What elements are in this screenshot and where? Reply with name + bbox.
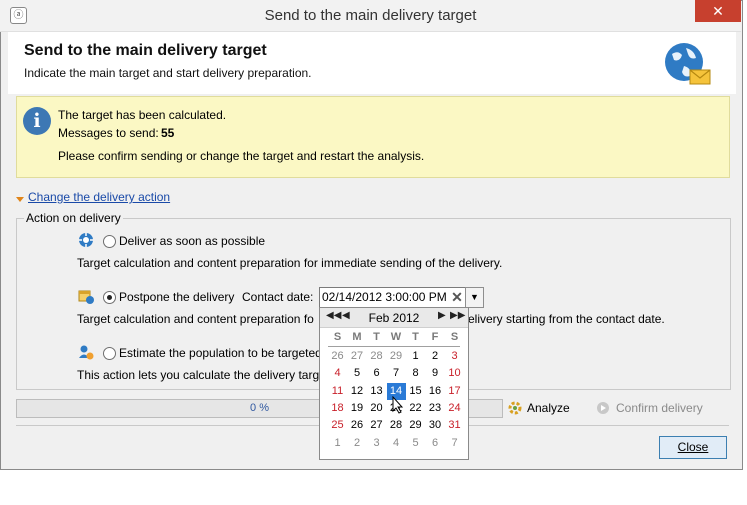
messages-label: Messages to send: <box>58 126 159 140</box>
group-legend: Action on delivery <box>24 211 123 225</box>
calendar-day[interactable]: 20 <box>367 400 386 417</box>
confirm-play-icon <box>597 402 609 414</box>
deliver-asap-radio[interactable] <box>103 235 116 248</box>
estimate-population-radio[interactable] <box>103 347 116 360</box>
analyze-button[interactable]: Analyze <box>527 401 570 415</box>
deliver-asap-label[interactable]: Deliver as soon as possible <box>119 234 265 248</box>
dialog-subheading: Indicate the main target and start deliv… <box>24 66 312 80</box>
calendar-day[interactable]: 5 <box>406 435 425 452</box>
globe-mail-icon <box>665 43 711 85</box>
calendar-clock-icon <box>78 290 94 304</box>
close-button[interactable]: Close <box>659 436 727 459</box>
calendar-day[interactable]: 3 <box>367 435 386 452</box>
calendar-day[interactable]: 29 <box>406 417 425 434</box>
weekday-divider <box>328 346 460 347</box>
calendar-day[interactable]: 11 <box>328 383 347 400</box>
weekday-header: S <box>450 331 459 343</box>
calendar-day[interactable]: 10 <box>445 365 464 382</box>
mouse-cursor-icon <box>392 396 404 414</box>
dialog-heading: Send to the main delivery target <box>24 42 267 59</box>
calendar-day[interactable]: 1 <box>406 348 425 365</box>
calendar-day[interactable]: 7 <box>445 435 464 452</box>
calendar-day[interactable]: 6 <box>426 435 445 452</box>
dialog-header: Send to the main delivery target Indicat… <box>8 32 736 94</box>
postpone-desc-end: elivery starting from the contact date. <box>468 312 665 326</box>
calendar-day[interactable]: 27 <box>348 348 367 365</box>
calendar-header: ◀◀ ◀ Feb 2012 ▶ ▶▶ <box>320 308 468 328</box>
calendar-day[interactable]: 31 <box>445 417 464 434</box>
weekday-header: W <box>390 331 402 343</box>
confirm-delivery-button[interactable]: Confirm delivery <box>616 401 703 415</box>
weekday-header: F <box>431 331 439 343</box>
calendar-day[interactable]: 9 <box>426 365 445 382</box>
messages-count: 55 <box>161 126 175 140</box>
calendar-day[interactable]: 19 <box>348 400 367 417</box>
calendar-day[interactable]: 22 <box>406 400 425 417</box>
estimate-desc: This action lets you calculate the deliv… <box>77 368 326 382</box>
date-dropdown-button[interactable]: ▼ <box>465 287 484 308</box>
next-year-icon[interactable]: ▶▶ <box>450 310 465 321</box>
info-panel: i The target has been calculated. Messag… <box>16 96 730 178</box>
calendar-day[interactable]: 30 <box>426 417 445 434</box>
next-month-icon[interactable]: ▶ <box>438 310 446 321</box>
weekday-header: S <box>333 331 342 343</box>
calendar-day[interactable]: 3 <box>445 348 464 365</box>
calendar-day[interactable]: 28 <box>367 348 386 365</box>
close-button-label: Close <box>677 440 709 454</box>
contact-date-label: Contact date: <box>242 290 314 304</box>
calendar-day[interactable]: 24 <box>445 400 464 417</box>
deliver-asap-desc: Target calculation and content preparati… <box>77 256 503 270</box>
calendar-day[interactable]: 5 <box>348 365 367 382</box>
calendar-day[interactable]: 13 <box>367 383 386 400</box>
calendar-day[interactable]: 25 <box>328 417 347 434</box>
calendar-day[interactable]: 4 <box>387 435 406 452</box>
weekday-header: T <box>412 331 419 343</box>
calendar-day[interactable]: 16 <box>426 383 445 400</box>
change-delivery-action-link[interactable]: Change the delivery action <box>28 190 170 204</box>
weekday-header: T <box>373 331 380 343</box>
calendar-day[interactable]: 7 <box>387 365 406 382</box>
calendar-day[interactable]: 17 <box>445 383 464 400</box>
postpone-delivery-radio[interactable] <box>103 291 116 304</box>
estimate-population-label[interactable]: Estimate the population to be targeted <box>119 346 322 360</box>
contact-date-value: 02/14/2012 3:00:00 PM <box>322 290 447 304</box>
info-confirm: Please confirm sending or change the tar… <box>58 149 425 163</box>
calendar-day[interactable]: 12 <box>348 383 367 400</box>
calendar-day[interactable]: 6 <box>367 365 386 382</box>
info-calculated: The target has been calculated. <box>58 108 227 122</box>
estimate-population-icon <box>79 345 94 360</box>
calendar-day[interactable]: 26 <box>348 417 367 434</box>
calendar-day[interactable]: 2 <box>426 348 445 365</box>
calendar-day[interactable]: 26 <box>328 348 347 365</box>
postpone-delivery-label[interactable]: Postpone the delivery <box>119 290 234 304</box>
calendar-day[interactable]: 4 <box>328 365 347 382</box>
calendar-day[interactable]: 28 <box>387 417 406 434</box>
calendar-day[interactable]: 1 <box>328 435 347 452</box>
calendar-day[interactable]: 29 <box>387 348 406 365</box>
calendar-day[interactable]: 23 <box>426 400 445 417</box>
calendar-day[interactable]: 27 <box>367 417 386 434</box>
postpone-desc-start: Target calculation and content preparati… <box>77 312 314 326</box>
deliver-now-icon <box>79 233 93 247</box>
analyze-gear-icon <box>508 401 522 415</box>
title-bar[interactable]: ⓐ Send to the main delivery target ✕ <box>0 0 741 32</box>
weekday-header: M <box>352 331 362 343</box>
expand-arrow-icon[interactable] <box>16 193 24 202</box>
date-picker-popup[interactable]: ◀◀ ◀ Feb 2012 ▶ ▶▶ S M T W T F S 26 27 28 29 1 2 3 4 5 6… <box>319 307 469 460</box>
calendar-day[interactable]: 8 <box>406 365 425 382</box>
calendar-day[interactable]: 15 <box>406 383 425 400</box>
info-icon: i <box>23 107 51 135</box>
window-title: Send to the main delivery target <box>264 7 477 24</box>
clear-date-icon[interactable]: ✕ <box>449 288 465 306</box>
window-close-button[interactable]: ✕ <box>695 0 741 22</box>
calendar-day[interactable]: 18 <box>328 400 347 417</box>
calendar-day[interactable]: 2 <box>348 435 367 452</box>
